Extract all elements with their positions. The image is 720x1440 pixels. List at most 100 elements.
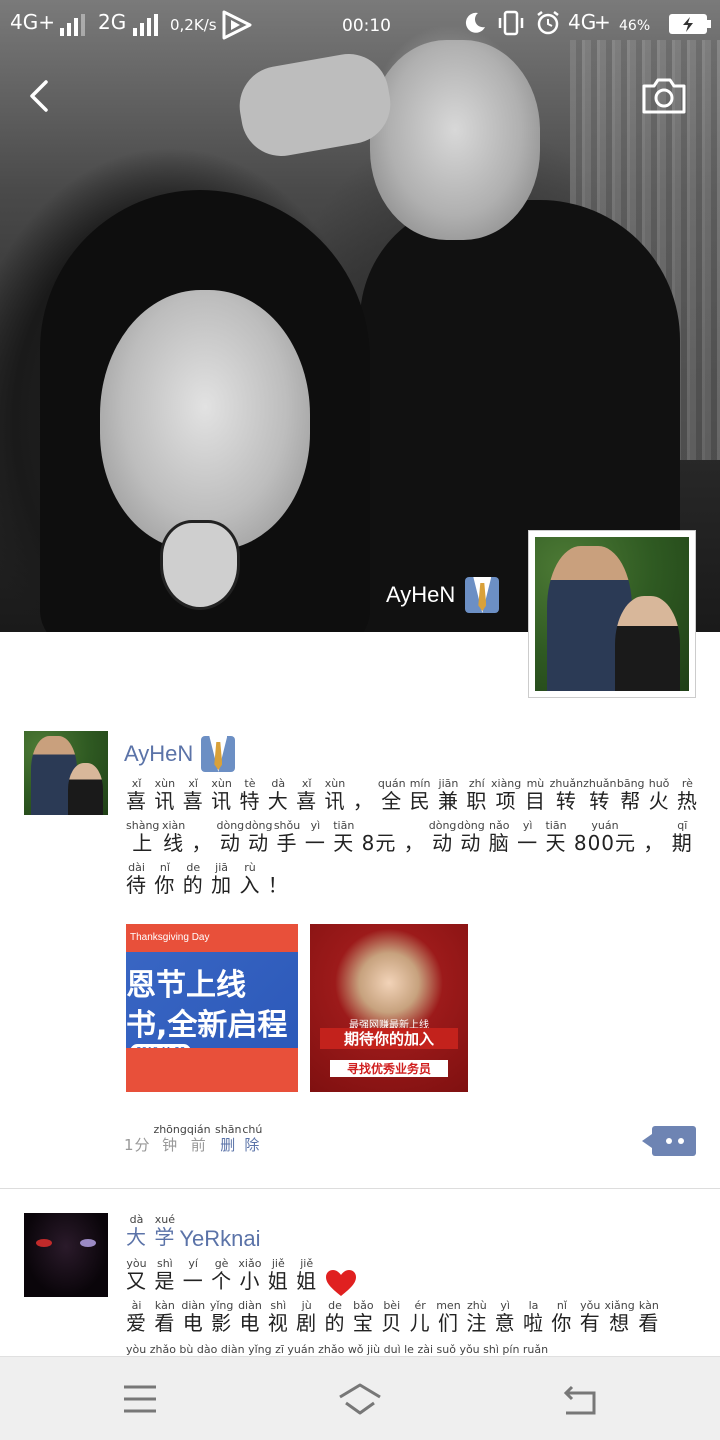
system-nav-bar	[0, 1356, 720, 1440]
profile-avatar[interactable]	[528, 530, 696, 698]
ruby-character: 脑nǎo	[488, 819, 510, 855]
necktie-icon	[201, 736, 236, 772]
cover-username[interactable]: AyHeN	[386, 577, 500, 613]
ruby-character: 800元yuán	[573, 819, 637, 855]
ruby-character: 期qī	[671, 819, 693, 855]
vibrate-icon	[497, 9, 525, 42]
cover-face-woman	[100, 290, 310, 550]
ruby-character: 想xiǎng	[604, 1299, 635, 1335]
post-time: 1分 钟zhōng 前qián	[124, 1123, 211, 1155]
back-button[interactable]	[20, 72, 64, 120]
ruby-character: 大dà	[126, 1213, 147, 1249]
ruby-character: 学xué	[154, 1213, 176, 1249]
author-name-label: AyHeN	[124, 741, 194, 766]
ruby-character: 电diàn	[181, 1299, 206, 1335]
post-image-1[interactable]: Thanksgiving Day 恩节上线 书,全新启程 2018.11.22	[126, 924, 298, 1092]
post-author-name[interactable]: 大dà 学xué YeRknai	[126, 1212, 261, 1252]
ruby-character: 的de	[324, 1299, 346, 1335]
ruby-character: 钟zhōng	[153, 1123, 187, 1154]
ruby-character: 动dòng	[428, 819, 457, 855]
ruby-character: 目mù	[524, 777, 546, 813]
delete-button[interactable]: 删shān 除chú	[215, 1123, 263, 1155]
ruby-character: ，	[403, 831, 425, 855]
ruby-character: 前qián	[186, 1123, 211, 1154]
post-text-line: 上shàng 线xiàn ， 动dòng 动dòng 手shǒu 一yì 天ti…	[126, 819, 693, 856]
post-text-line: 爱ài 看kàn 电diàn 影yǐng 电diàn 视shì 剧jù 的de …	[126, 1299, 660, 1336]
cover-tongue	[160, 520, 240, 610]
image-headline: 期待你的加入	[320, 1028, 458, 1049]
ruby-character: 喜xǐ	[182, 777, 204, 813]
battery-icon	[668, 12, 712, 41]
ruby-character: 注zhù	[466, 1299, 488, 1335]
ruby-character: 热rè	[676, 777, 698, 813]
menu-icon	[124, 1385, 156, 1413]
cover-username-label: AyHeN	[386, 582, 456, 607]
eye-icon	[80, 1239, 96, 1247]
back-nav-button[interactable]	[556, 1379, 604, 1419]
ruby-character: 加jiā	[211, 861, 233, 897]
author-prefix: 大dà 学xué	[126, 1213, 176, 1250]
return-icon	[563, 1385, 596, 1415]
ruby-character: 电diàn	[238, 1299, 262, 1335]
image-band-text: Thanksgiving Day	[126, 924, 298, 952]
ruby-character: 意yì	[494, 1299, 516, 1335]
signal-bars-2-icon	[133, 14, 158, 36]
ruby-character: 特tè	[239, 777, 261, 813]
ruby-character: 兼jiān	[437, 777, 459, 813]
image-tag: 寻找优秀业务员	[330, 1060, 448, 1077]
heart-icon	[325, 1269, 356, 1296]
camera-button[interactable]	[640, 76, 688, 116]
signal-bars-icon	[60, 14, 85, 36]
ruby-character: 剧jù	[296, 1299, 318, 1335]
author-name-label: YeRknai	[179, 1226, 261, 1251]
post-author-avatar[interactable]	[24, 731, 108, 815]
ruby-character: 们men	[436, 1299, 461, 1335]
eye-icon	[36, 1239, 52, 1247]
ruby-character: 天tiān	[545, 819, 567, 855]
ruby-character: 你nǐ	[551, 1299, 573, 1335]
more-options-button[interactable]	[642, 1126, 696, 1156]
ruby-character: 喜xǐ	[296, 777, 318, 813]
post-text-line: 又yòu 是shì 一yí 个gè 小xiǎo 姐jiě 姐jiě	[126, 1257, 357, 1297]
ruby-character: 上shàng	[126, 819, 160, 855]
post-author-name[interactable]: AyHeN	[124, 736, 236, 772]
ruby-character: 讯xùn	[211, 777, 233, 813]
ruby-character: 儿ér	[409, 1299, 431, 1335]
dot-icon	[678, 1138, 684, 1144]
ruby-character: 一yí	[182, 1257, 204, 1293]
cover-face-man	[370, 40, 540, 240]
dot-icon	[666, 1138, 672, 1144]
network-type-3: 4G	[568, 10, 597, 34]
ruby-character: 大dà	[267, 777, 289, 813]
avatar-figure-woman	[615, 595, 680, 691]
ruby-character: 看kàn	[154, 1299, 176, 1335]
ruby-character: 看kàn	[638, 1299, 660, 1335]
ruby-character: 待dài	[126, 861, 147, 897]
network-type-2: 2G	[98, 10, 127, 34]
post-divider	[0, 1188, 720, 1189]
ruby-character: 有yǒu	[579, 1299, 601, 1335]
home-button[interactable]	[336, 1379, 384, 1419]
post-image-2[interactable]: 最强网赚最新上线 期待你的加入 寻找优秀业务员	[310, 924, 468, 1092]
ruby-character: 动dòng	[216, 819, 245, 855]
ruby-character: 手shǒu	[273, 819, 301, 855]
ruby-character: 除chú	[242, 1123, 263, 1154]
ruby-character: 入rù	[239, 861, 261, 897]
ruby-character: 帮bāng	[616, 777, 645, 813]
ruby-character: 火huǒ	[648, 777, 670, 813]
network-plus: +	[594, 10, 611, 34]
post-text-line: 待dài 你nǐ 的de 加jiā 入rù ！	[126, 861, 289, 898]
image-subheadline: 书,全新启程	[126, 1008, 288, 1043]
ruby-character: 的de	[182, 861, 204, 897]
status-bar: 4G+ 2G 0,2K/s 00:10 4G + 46%	[0, 0, 720, 52]
menu-button[interactable]	[116, 1379, 164, 1419]
post-author-avatar[interactable]	[24, 1213, 108, 1297]
ruby-character: 宝bǎo	[352, 1299, 374, 1335]
ruby-character: 一yì	[517, 819, 539, 855]
ruby-character: 转zhuǎn	[549, 777, 584, 813]
chevron-left-icon	[30, 80, 48, 112]
ruby-character: 一yì	[304, 819, 326, 855]
home-icon	[339, 1383, 381, 1415]
network-type-1: 4G+	[10, 10, 55, 34]
ruby-character: 爱ài	[126, 1299, 147, 1335]
